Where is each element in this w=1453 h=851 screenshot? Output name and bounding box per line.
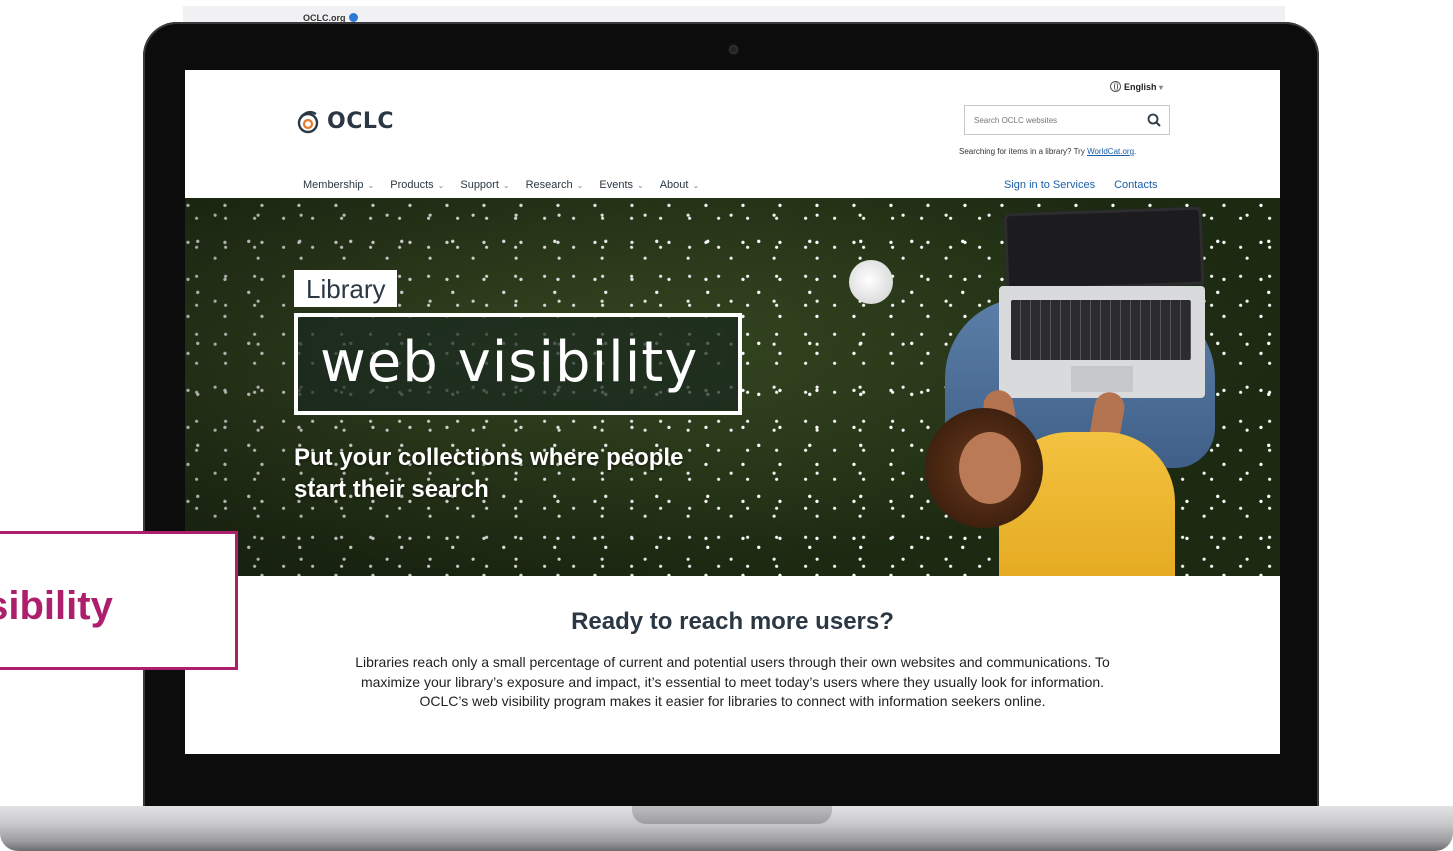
- laptop-notch: [632, 806, 832, 824]
- chevron-down-icon: ▾: [1159, 83, 1164, 92]
- utility-nav: Sign in to Services Contacts: [1004, 179, 1158, 191]
- nav-item-products[interactable]: Products ⌄: [390, 179, 444, 191]
- nav-item-label: Research: [525, 179, 573, 191]
- main-nav: Membership ⌄ Products ⌄ Support ⌄ Research ⌄…: [303, 179, 699, 191]
- search-box: [964, 105, 1170, 135]
- sign-in-link[interactable]: Sign in to Services: [1004, 179, 1095, 191]
- chevron-down-icon: ⌄: [502, 180, 510, 190]
- nav-item-label: Membership: [303, 179, 364, 191]
- coffee-cup-image: [849, 260, 893, 304]
- chevron-down-icon: ⌄: [437, 180, 445, 190]
- section-heading: Ready to reach more users?: [571, 608, 894, 635]
- laptop-photo-screen: [1003, 206, 1205, 292]
- woman-with-laptop-image: [921, 206, 1219, 576]
- oclc-logo-icon: [297, 110, 319, 134]
- callout-box: isibility: [0, 531, 238, 670]
- worldcat-link[interactable]: WorldCat.org: [1087, 147, 1134, 156]
- hero-banner: Library web visibility Put your collecti…: [185, 198, 1280, 576]
- contacts-link[interactable]: Contacts: [1114, 179, 1157, 191]
- nav-item-label: Events: [599, 179, 634, 191]
- search-hint: Searching for items in a library? Try Wo…: [959, 147, 1136, 156]
- keys-shape: [1011, 300, 1191, 360]
- browser-badge-icon: [348, 13, 358, 22]
- callout-text: isibility: [0, 584, 113, 628]
- chevron-down-icon: ⌄: [637, 180, 644, 190]
- oclc-logo[interactable]: OCLC: [295, 106, 394, 136]
- camera-icon: [729, 45, 738, 54]
- logo-text: OCLC: [327, 108, 395, 134]
- nav-item-label: Products: [390, 179, 434, 191]
- search-hint-text: Searching for items in a library? Try: [959, 147, 1085, 156]
- search-hint-suffix: .: [1134, 147, 1137, 156]
- language-selector[interactable]: English ▾: [1110, 81, 1163, 92]
- hero-subtitle: Put your collections where people start …: [294, 444, 684, 503]
- laptop-screen: English ▾ OCLC Searching for items in a …: [185, 70, 1280, 754]
- chevron-down-icon: ⌄: [692, 180, 700, 190]
- nav-item-label: Support: [460, 179, 499, 191]
- nav-item-support[interactable]: Support ⌄: [460, 179, 509, 191]
- face-shape: [959, 432, 1021, 504]
- language-label: English: [1124, 82, 1157, 92]
- nav-item-research[interactable]: Research ⌄: [526, 179, 584, 191]
- nav-item-events[interactable]: Events ⌄: [599, 179, 643, 191]
- search-icon[interactable]: [1147, 113, 1161, 127]
- hero-kicker: Library: [294, 270, 398, 307]
- search-input[interactable]: [965, 106, 1135, 134]
- chevron-down-icon: ⌄: [576, 180, 584, 190]
- nav-item-membership[interactable]: Membership ⌄: [303, 179, 374, 191]
- nav-item-label: About: [659, 179, 689, 191]
- trackpad-shape: [1071, 366, 1133, 392]
- hero-title: web visibility: [294, 313, 742, 415]
- nav-item-about[interactable]: About ⌄: [660, 179, 699, 191]
- section-body: Libraries reach only a small percentage …: [355, 654, 1110, 709]
- chevron-down-icon: ⌄: [367, 180, 375, 190]
- globe-icon: [1110, 81, 1121, 92]
